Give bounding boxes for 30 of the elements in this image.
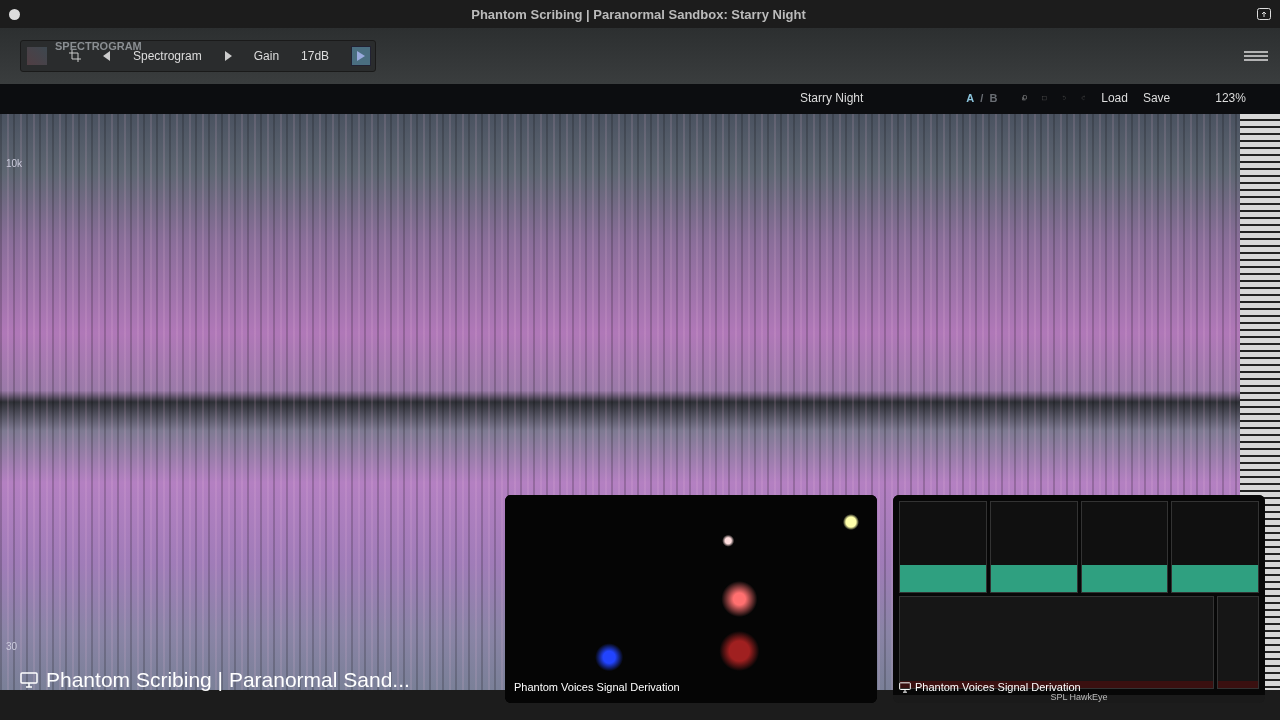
frequency-label: 30 (6, 641, 19, 652)
monitor-icon (20, 672, 38, 688)
previous-icon[interactable] (103, 51, 111, 61)
preset-name[interactable]: Starry Night (800, 91, 864, 105)
view-selector[interactable]: Spectrogram (133, 49, 202, 63)
gain-value[interactable]: 17dB (301, 49, 330, 63)
plugin-name: SPECTROGRAM (55, 40, 142, 52)
screen-share-icon[interactable] (1257, 8, 1271, 20)
zoom-level[interactable]: 123% (1215, 91, 1246, 105)
play-icon (357, 51, 366, 61)
screen-share-title: Phantom Scribing | Paranormal Sand... (46, 668, 410, 692)
ab-toggle[interactable]: B (989, 92, 998, 104)
save-button[interactable]: Save (1142, 91, 1171, 105)
logo-icon (27, 47, 47, 65)
window-title: Phantom Scribing | Paranormal Sandbox: Starry Night (470, 6, 807, 22)
load-button[interactable]: Load (1101, 91, 1128, 105)
window-caption: SPL HawkEye (1049, 692, 1109, 702)
separator-slash: / (980, 92, 984, 104)
ab-toggle[interactable]: A (966, 92, 975, 104)
close-button[interactable] (9, 8, 20, 20)
crop-icon[interactable] (69, 50, 81, 62)
frequency-label: 10k (6, 158, 23, 169)
copy-icon[interactable] (1022, 92, 1028, 104)
menu-icon[interactable] (1244, 51, 1268, 61)
next-icon[interactable] (223, 51, 232, 61)
gain-label: Gain (253, 49, 280, 63)
participant-name: Phantom Voices Signal Derivation (514, 681, 680, 693)
screen-share-name: Phantom Voices Signal Derivation (915, 681, 1081, 693)
monitor-icon (899, 681, 911, 693)
play-button[interactable] (351, 46, 372, 66)
